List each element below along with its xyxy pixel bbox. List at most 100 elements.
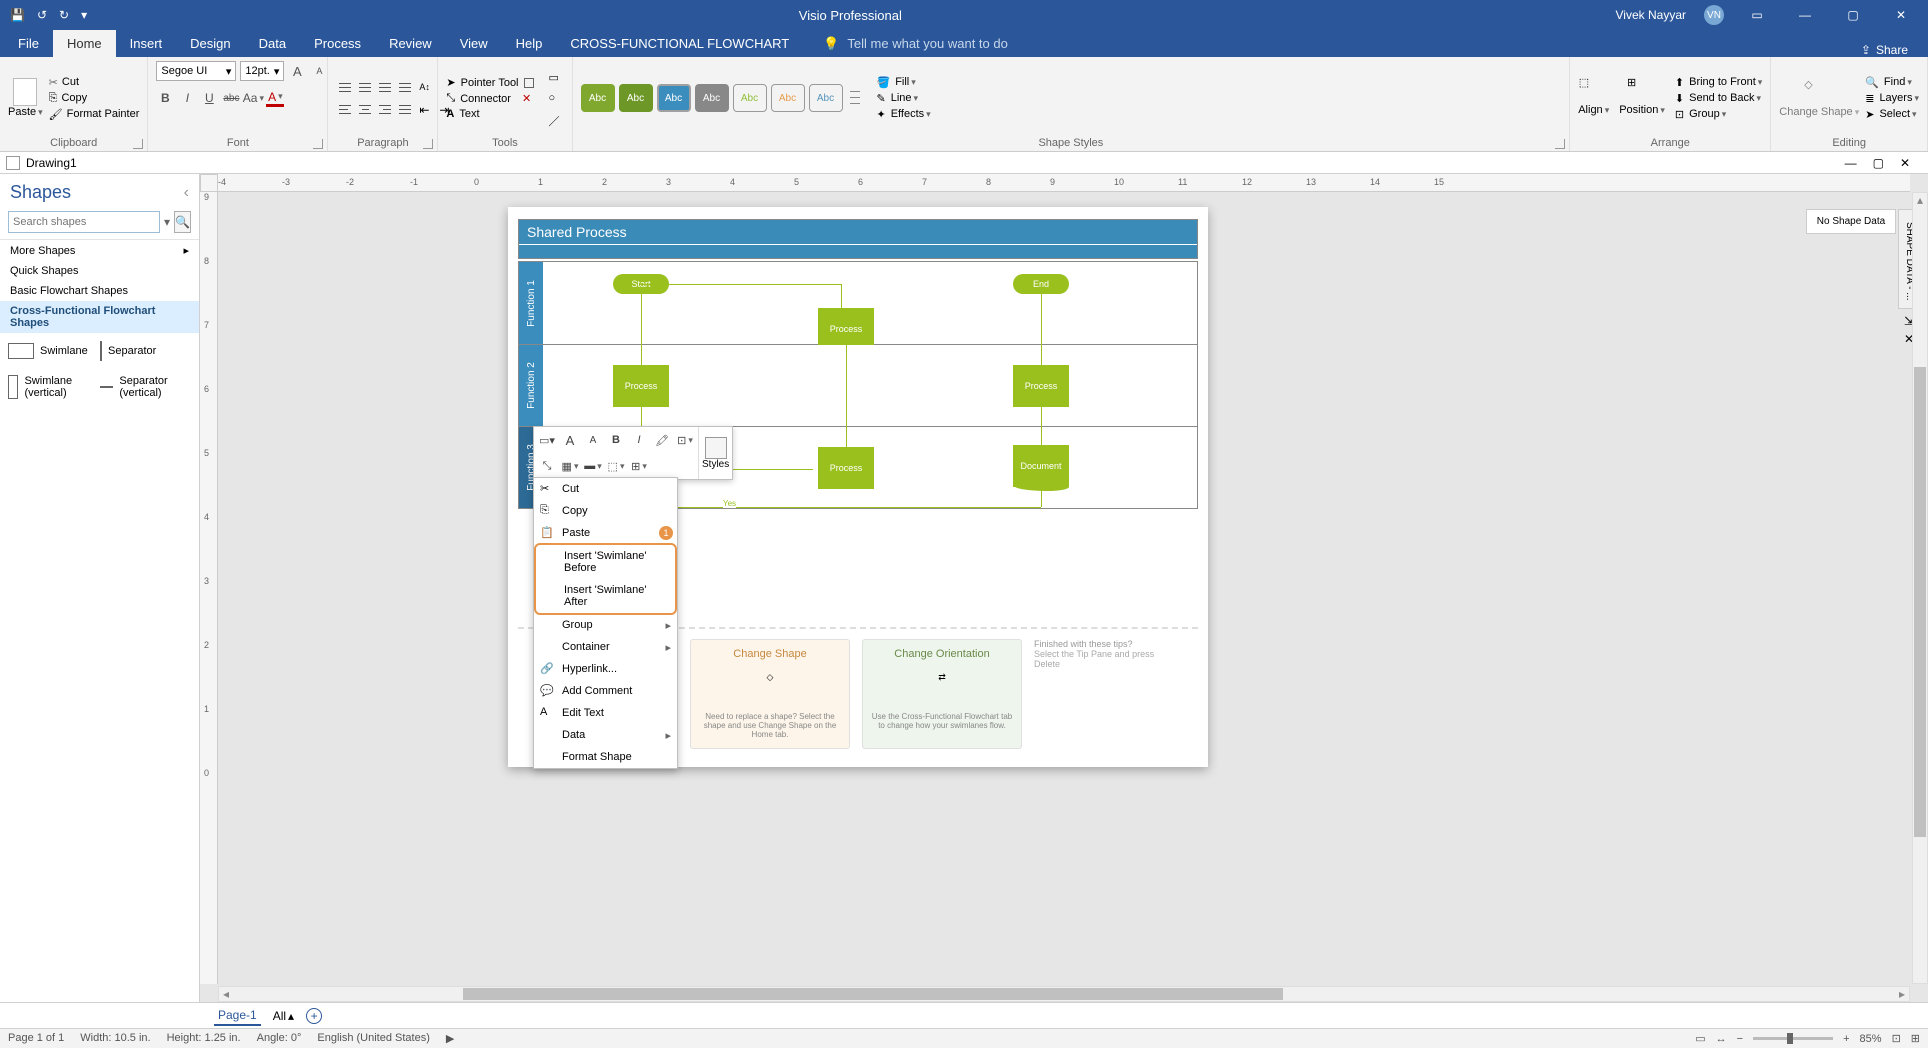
presentation-view-icon[interactable]: ▭ xyxy=(1695,1032,1705,1045)
swimlane-container-title[interactable]: Shared Process xyxy=(518,219,1198,259)
tab-home[interactable]: Home xyxy=(53,30,116,57)
select-button[interactable]: ➤Select xyxy=(1865,108,1919,121)
style-option[interactable]: Abc xyxy=(619,84,653,112)
maximize-icon[interactable]: ▢ xyxy=(1838,0,1868,30)
master-separator-v[interactable]: Separator (vertical) xyxy=(100,375,182,399)
mini-italic-button[interactable]: I xyxy=(629,430,649,450)
align-bottom-button[interactable] xyxy=(376,78,394,96)
font-dialog-launcher[interactable] xyxy=(313,139,323,149)
mini-line-button[interactable]: ▬ xyxy=(583,456,603,476)
mini-grow-font-button[interactable]: A xyxy=(560,430,580,450)
page-tab-1[interactable]: Page-1 xyxy=(214,1006,261,1026)
more-shapes-item[interactable]: More Shapes▸ xyxy=(0,240,199,261)
font-name-select[interactable]: Segoe UI▾ xyxy=(156,61,236,81)
shape-data-pane[interactable]: No Shape Data xyxy=(1806,209,1896,234)
cut-button[interactable]: ✂Cut xyxy=(49,76,140,89)
tab-file[interactable]: File xyxy=(4,30,53,57)
lane-1-header[interactable]: Function 1 xyxy=(519,262,543,344)
v-scroll-thumb[interactable] xyxy=(1914,367,1926,837)
process-shape[interactable]: Process xyxy=(1013,365,1069,407)
lane-2-header[interactable]: Function 2 xyxy=(519,345,543,426)
ctx-format-shape[interactable]: Format Shape xyxy=(534,746,677,768)
page-all-button[interactable]: All ▴ xyxy=(273,1009,294,1023)
style-gallery[interactable]: Abc Abc Abc Abc Abc Abc Abc xyxy=(581,84,863,112)
style-option[interactable]: Abc xyxy=(581,84,615,112)
style-option[interactable]: Abc xyxy=(733,84,767,112)
ctx-insert-before[interactable]: Insert 'Swimlane' Before xyxy=(536,545,675,579)
font-color-button[interactable]: A xyxy=(266,89,284,107)
layers-button[interactable]: ≣Layers xyxy=(1865,92,1919,105)
macro-icon[interactable]: ▶ xyxy=(446,1032,454,1045)
save-icon[interactable]: 💾 xyxy=(10,8,25,22)
mini-connector-button[interactable]: ⤡ xyxy=(537,456,557,476)
horizontal-scrollbar[interactable]: ◂ ▸ xyxy=(218,986,1910,1002)
collapse-shapes-icon[interactable]: ‹ xyxy=(184,184,189,202)
page-width-icon[interactable]: ↔ xyxy=(1716,1033,1727,1045)
increase-font-button[interactable] xyxy=(288,62,306,80)
lane-2[interactable]: Function 2 Process Process xyxy=(519,344,1197,426)
align-middle-button[interactable] xyxy=(356,78,374,96)
mini-more-button[interactable]: ⊡ xyxy=(675,430,695,450)
ctx-cut[interactable]: ✂Cut xyxy=(534,478,677,500)
process-shape[interactable]: Process xyxy=(818,447,874,489)
tab-cff[interactable]: CROSS-FUNCTIONAL FLOWCHART xyxy=(556,30,803,57)
italic-button[interactable]: I xyxy=(178,89,196,107)
mini-shrink-font-button[interactable]: A xyxy=(583,430,603,450)
group-button[interactable]: ⊡Group xyxy=(1675,108,1762,121)
share-button[interactable]: ⇪ Share xyxy=(1861,43,1908,57)
line-tool-button[interactable]: ／ xyxy=(546,110,564,128)
tip-change-shape[interactable]: Change Shape ◇ Need to replace a shape? … xyxy=(690,639,850,749)
connector[interactable] xyxy=(841,284,842,308)
decrease-indent-button[interactable]: ⇤ xyxy=(416,100,434,118)
tip-change-orientation[interactable]: Change Orientation ⇄ Use the Cross-Funct… xyxy=(862,639,1022,749)
send-back-button[interactable]: ⬇Send to Back xyxy=(1675,92,1762,105)
line-button[interactable]: ✎Line xyxy=(877,92,931,105)
format-painter-button[interactable]: 🖌Format Painter xyxy=(49,108,140,121)
ctx-copy[interactable]: ⎘Copy xyxy=(534,500,677,522)
font-size-select[interactable]: 12pt.▾ xyxy=(240,61,284,81)
vertical-scrollbar[interactable]: ▴ xyxy=(1912,192,1928,984)
end-shape[interactable]: End xyxy=(1013,274,1069,294)
ribbon-display-icon[interactable]: ▭ xyxy=(1742,0,1772,30)
connector[interactable] xyxy=(846,427,847,447)
mini-fill-button[interactable]: ▦ xyxy=(560,456,580,476)
justify-button[interactable] xyxy=(396,100,414,118)
connector[interactable] xyxy=(1041,427,1042,445)
ctx-add-comment[interactable]: 💬Add Comment xyxy=(534,680,677,702)
align-button[interactable]: ⬚Align xyxy=(1578,76,1609,121)
tell-me[interactable]: 💡 Tell me what you want to do xyxy=(823,30,1008,57)
style-option[interactable]: Abc xyxy=(695,84,729,112)
process-shape[interactable]: Process xyxy=(613,365,669,407)
connector[interactable] xyxy=(846,345,847,427)
status-language[interactable]: English (United States) xyxy=(317,1032,430,1045)
ctx-paste[interactable]: 📋Paste1 xyxy=(534,522,677,544)
tab-process[interactable]: Process xyxy=(300,30,375,57)
scroll-left-icon[interactable]: ◂ xyxy=(219,987,233,1001)
switch-windows-icon[interactable]: ⊞ xyxy=(1911,1032,1920,1045)
fill-button[interactable]: 🪣Fill xyxy=(877,76,931,89)
qat-more-icon[interactable]: ▾ xyxy=(81,8,87,22)
stencil-basic[interactable]: Basic Flowchart Shapes xyxy=(0,281,199,301)
ctx-insert-after[interactable]: Insert 'Swimlane' After xyxy=(536,579,675,613)
text-tool-button[interactable]: AText xyxy=(446,108,533,120)
ctx-container[interactable]: Container▸ xyxy=(534,636,677,658)
style-option-selected[interactable]: Abc xyxy=(657,84,691,112)
minimize-icon[interactable]: — xyxy=(1790,0,1820,30)
shape-styles-dialog-launcher[interactable] xyxy=(1555,139,1565,149)
align-top-button[interactable] xyxy=(336,78,354,96)
align-right-button[interactable] xyxy=(376,100,394,118)
align-left-button[interactable] xyxy=(336,100,354,118)
add-page-button[interactable]: + xyxy=(306,1008,322,1024)
strike-button[interactable]: abc xyxy=(222,89,240,107)
scroll-up-icon[interactable]: ▴ xyxy=(1913,193,1927,207)
mini-highlight-button[interactable]: 🖍 xyxy=(652,430,672,450)
lane-1[interactable]: Function 1 Start End Process xyxy=(519,262,1197,344)
master-swimlane[interactable]: Swimlane xyxy=(8,341,90,361)
zoom-out-button[interactable]: − xyxy=(1737,1033,1743,1045)
bold-button[interactable]: B xyxy=(156,89,174,107)
change-case-button[interactable]: Aa xyxy=(244,89,262,107)
tab-help[interactable]: Help xyxy=(502,30,557,57)
mini-styles-button[interactable]: Styles xyxy=(698,427,732,479)
effects-button[interactable]: ✦Effects xyxy=(877,108,931,121)
user-name[interactable]: Vivek Nayyar xyxy=(1616,8,1686,22)
